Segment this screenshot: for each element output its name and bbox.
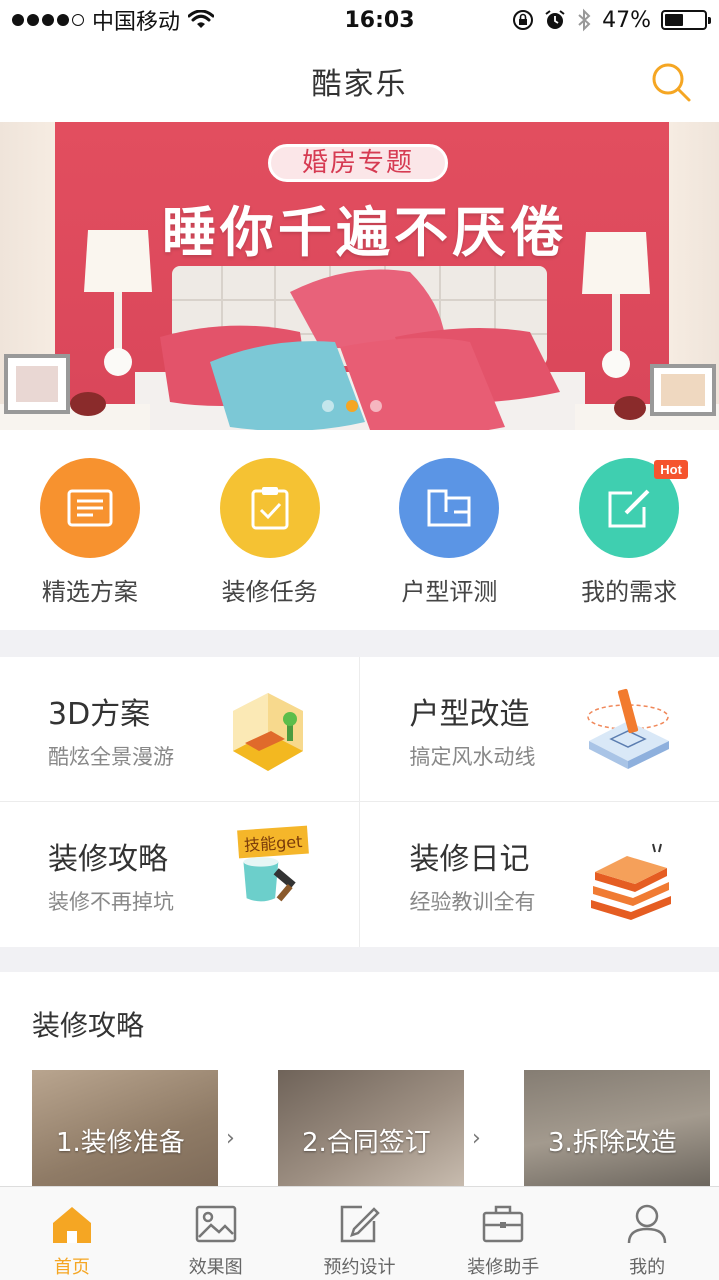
books-icon (591, 843, 671, 920)
guide-card-row: 1.装修准备 › 2.合同签订 › 3.拆除改造 › (32, 1070, 719, 1186)
briefcase-icon (483, 1205, 524, 1243)
tab-label: 效果图 (188, 1257, 243, 1278)
tab-label: 预约设计 (323, 1257, 396, 1278)
nav-bar: 酷家乐 (0, 40, 719, 122)
search-icon[interactable] (649, 60, 693, 104)
guide-card-label: 1.装修准备 (56, 1128, 185, 1158)
quick-label: 装修任务 (221, 578, 318, 606)
bluetooth-icon (578, 8, 591, 32)
feature-grid: 3D方案 酷炫全景漫游 户型改造 搞定风水动线 装修攻略 装修不再掉坑 技能ge… (0, 657, 719, 947)
guide-card-contract[interactable]: 2.合同签订 (278, 1070, 464, 1186)
banner-headline: 睡你千遍不厌倦 (162, 200, 568, 264)
feature-renovation-guide[interactable]: 装修攻略 装修不再掉坑 技能get (0, 802, 360, 947)
quick-circle (39, 458, 140, 558)
quick-label: 精选方案 (41, 578, 138, 606)
pencil-square-icon (341, 1205, 381, 1243)
quick-label: 户型评测 (401, 578, 498, 606)
guide-card-demolition[interactable]: 3.拆除改造 (524, 1070, 710, 1186)
feature-renovation-diary[interactable]: 装修日记 经验教训全有 (360, 802, 719, 947)
paint-bucket-icon (242, 857, 296, 902)
quick-item-floorplan-review[interactable]: 户型评测 (360, 430, 540, 630)
image-icon (195, 1205, 236, 1243)
home-icon (52, 1207, 91, 1243)
carousel-dot[interactable] (322, 400, 334, 412)
chevron-right-icon: › (472, 1126, 481, 1151)
banner-tag: 婚房专题 (268, 144, 448, 182)
guide-card-preparation[interactable]: 1.装修准备 (32, 1070, 218, 1186)
status-left: 中国移动 (12, 4, 272, 36)
battery-percent: 47% (602, 7, 651, 33)
tab-home[interactable]: 首页 (0, 1187, 144, 1280)
floorplan-icon (427, 489, 471, 527)
banner-carousel[interactable]: 婚房专题 睡你千遍不厌倦 (0, 122, 719, 430)
carousel-dots (322, 400, 382, 412)
hot-badge: Hot (654, 460, 688, 479)
3d-room-icon (232, 693, 303, 771)
tab-bar: 首页 效果图 预约设计 装修助手 我的 (0, 1186, 719, 1280)
rotation-lock-icon (513, 10, 534, 30)
edit-icon (608, 489, 650, 528)
tab-label: 装修助手 (467, 1257, 540, 1278)
carrier-label: 中国移动 (92, 10, 181, 35)
tab-mine[interactable]: 我的 (575, 1187, 719, 1280)
status-time: 16:03 (344, 7, 415, 33)
wifi-icon (188, 10, 215, 28)
quick-label: 我的需求 (581, 578, 678, 606)
tab-book-design[interactable]: 预约设计 (288, 1187, 432, 1280)
app-title: 酷家乐 (311, 67, 408, 102)
tab-renderings[interactable]: 效果图 (144, 1187, 288, 1280)
tab-renovation-helper[interactable]: 装修助手 (431, 1187, 575, 1280)
tab-label: 首页 (53, 1257, 90, 1278)
chevron-right-icon: › (226, 1126, 235, 1151)
quick-circle (219, 458, 320, 558)
status-bar: 中国移动 16:03 47% (0, 0, 719, 40)
blueprint-pencil-icon (587, 688, 669, 769)
guide-section: 装修攻略 1.装修准备 › 2.合同签订 › 3.拆除改造 › (0, 972, 719, 1186)
tab-label: 我的 (629, 1257, 666, 1278)
battery-fill (665, 14, 683, 26)
section-title: 装修攻略 (32, 1009, 145, 1042)
feature-3d-plan[interactable]: 3D方案 酷炫全景漫游 (0, 657, 360, 802)
signal-icon (12, 14, 84, 26)
quick-circle (399, 458, 500, 558)
document-icon (67, 489, 113, 527)
quick-item-renovation-tasks[interactable]: 装修任务 (180, 430, 360, 630)
clipboard-check-icon (251, 487, 289, 530)
quick-item-featured-plans[interactable]: 精选方案 (0, 430, 180, 630)
guide-card-label: 3.拆除改造 (548, 1128, 677, 1158)
battery-icon (661, 10, 711, 30)
feature-floorplan-remodel[interactable]: 户型改造 搞定风水动线 (359, 657, 719, 802)
quick-item-my-needs[interactable]: Hot 我的需求 (539, 430, 719, 630)
guide-card-label: 2.合同签订 (302, 1128, 431, 1158)
alarm-icon (545, 10, 565, 29)
status-right: 47% (457, 7, 711, 33)
user-icon (627, 1204, 667, 1244)
carousel-dot[interactable] (346, 400, 358, 412)
carousel-dot[interactable] (370, 400, 382, 412)
quick-nav: 精选方案 装修任务 户型评测 Hot 我的需求 (0, 430, 719, 630)
